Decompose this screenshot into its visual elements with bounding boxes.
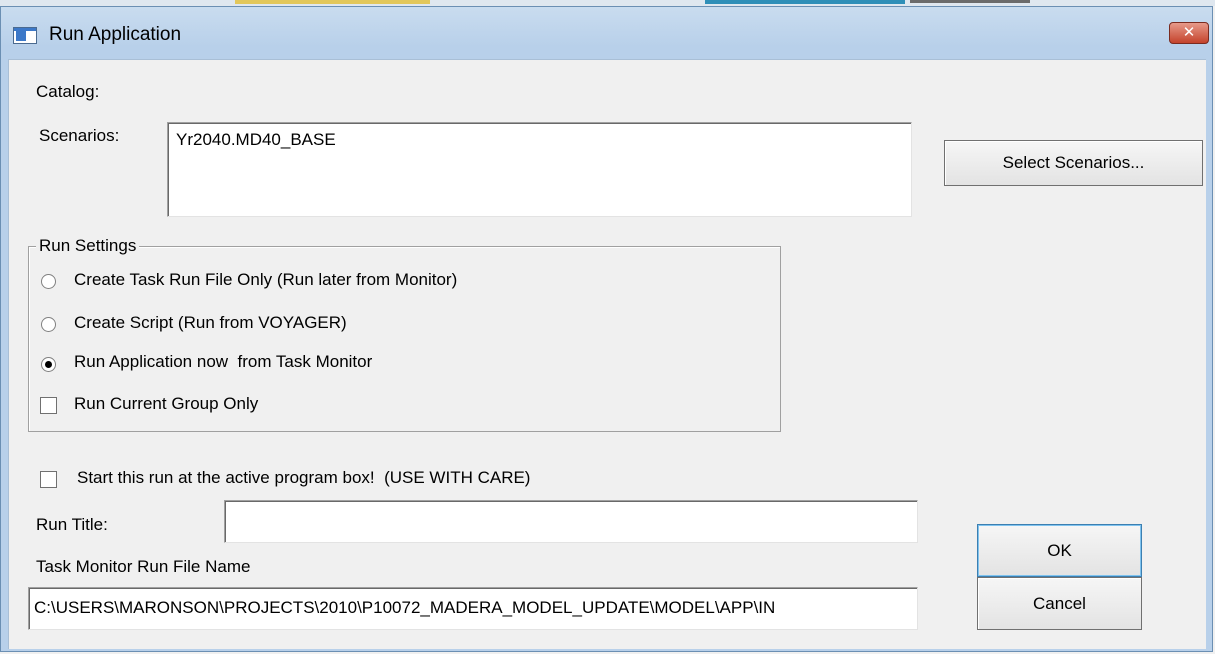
cancel-button[interactable]: Cancel: [977, 577, 1142, 630]
run-file-name-label: Task Monitor Run File Name: [36, 557, 251, 576]
select-scenarios-button[interactable]: Select Scenarios...: [944, 140, 1203, 186]
catalog-label: Catalog:: [36, 82, 100, 101]
run-file-name-value: C:\USERS\MARONSON\PROJECTS\2010\P10072_M…: [34, 598, 776, 617]
radio-run-application-now[interactable]: [41, 357, 56, 372]
close-button[interactable]: ✕: [1169, 22, 1209, 44]
application-window-icon[interactable]: [13, 27, 37, 44]
run-current-group-only-checkbox[interactable]: [40, 397, 57, 414]
scenario-item[interactable]: Yr2040.MD40_BASE: [176, 130, 336, 150]
radio-create-script-label[interactable]: Create Script (Run from VOYAGER): [74, 313, 347, 333]
radio-create-task-run-file-label[interactable]: Create Task Run File Only (Run later fro…: [74, 270, 457, 290]
run-title-input[interactable]: [224, 500, 918, 543]
start-at-active-box-checkbox[interactable]: [40, 471, 57, 488]
run-settings-title: Run Settings: [36, 236, 140, 256]
radio-create-task-run-file[interactable]: [41, 274, 56, 289]
radio-run-application-now-label[interactable]: Run Application now from Task Monitor: [74, 352, 372, 372]
run-application-dialog: Run Application ✕ Catalog: Scenarios: Yr…: [0, 6, 1213, 652]
title-bar[interactable]: Run Application ✕: [1, 7, 1212, 59]
background-strip-segment: [910, 0, 1030, 3]
close-icon: ✕: [1182, 24, 1196, 41]
ok-button[interactable]: OK: [977, 524, 1142, 577]
radio-create-script[interactable]: [41, 317, 56, 332]
run-current-group-only-label[interactable]: Run Current Group Only: [74, 394, 258, 414]
start-at-active-box-label[interactable]: Start this run at the active program box…: [77, 468, 530, 488]
background-strip-segment: [235, 0, 430, 4]
run-title-label: Run Title:: [36, 515, 108, 534]
scenarios-list[interactable]: Yr2040.MD40_BASE: [167, 122, 912, 217]
scenarios-label: Scenarios:: [39, 126, 120, 145]
background-strip-segment: [705, 0, 905, 4]
dialog-body: Catalog: Scenarios: Yr2040.MD40_BASE Sel…: [8, 59, 1206, 649]
run-file-name-input[interactable]: C:\USERS\MARONSON\PROJECTS\2010\P10072_M…: [28, 587, 918, 630]
window-title: Run Application: [49, 24, 182, 45]
